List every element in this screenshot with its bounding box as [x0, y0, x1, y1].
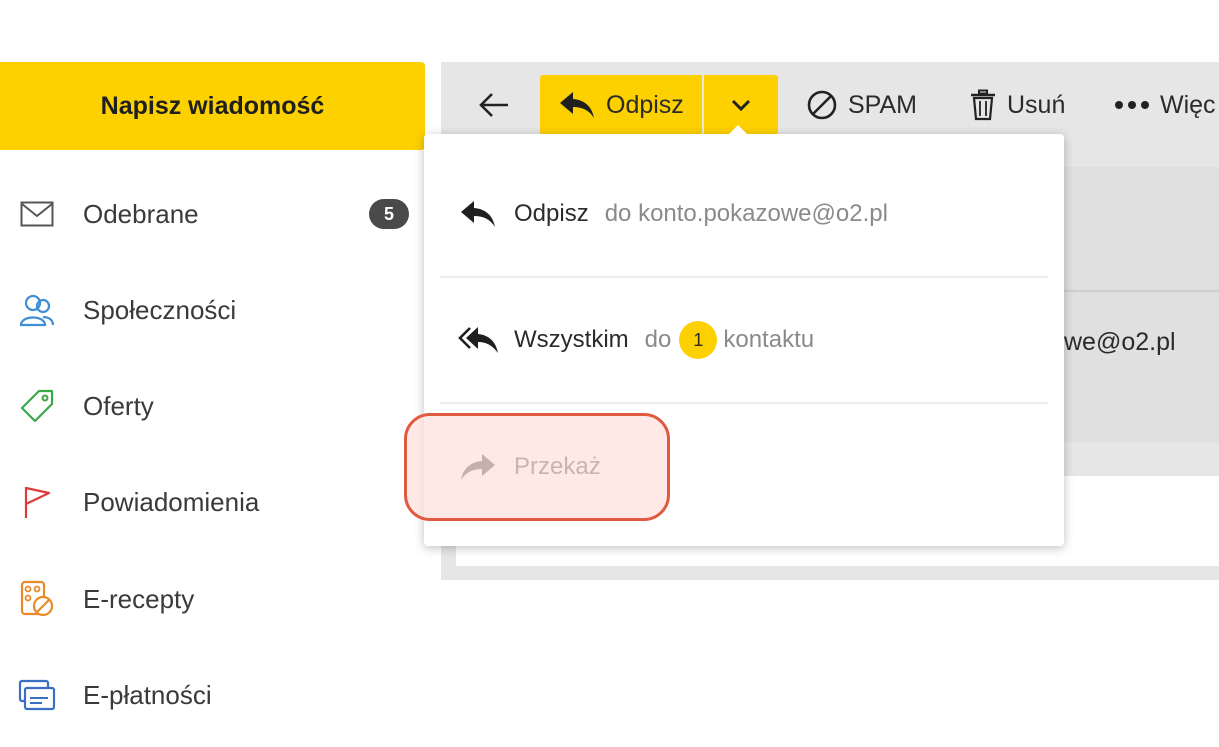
unread-count-badge: 5: [369, 199, 409, 229]
reply-icon: [558, 90, 596, 120]
menu-divider: [440, 276, 1048, 278]
sidebar-item-notifications[interactable]: Powiadomienia: [0, 472, 425, 532]
sidebar-item-label: E-płatności: [83, 679, 212, 710]
menu-item-label: Wszystkim: [514, 326, 629, 353]
sidebar-item-communities[interactable]: Społeczności: [0, 280, 425, 340]
block-icon: [806, 89, 838, 121]
envelope-icon: [18, 195, 56, 233]
reply-recipient: do konto.pokazowe@o2.pl: [604, 200, 888, 227]
reply-all-icon: [458, 325, 500, 355]
sidebar-item-prescriptions[interactable]: E-recepty: [0, 569, 425, 629]
delete-button[interactable]: Usuń: [969, 75, 1065, 135]
spam-button[interactable]: SPAM: [806, 75, 917, 135]
sidebar-item-label: E-recepty: [83, 583, 195, 614]
back-button[interactable]: [471, 75, 517, 135]
tag-icon: [18, 387, 56, 425]
sidebar-item-offers[interactable]: Oferty: [0, 376, 425, 436]
pills-icon: [18, 580, 56, 618]
users-icon: [18, 291, 56, 329]
sidebar-item-label: Społeczności: [83, 294, 237, 325]
menu-item-forward[interactable]: Przekaż: [424, 422, 1064, 512]
cards-icon: [18, 676, 56, 714]
compose-label: Napisz wiadomość: [100, 91, 325, 120]
menu-item-label: Odpisz: [514, 200, 589, 227]
reply-label: Odpisz: [606, 90, 684, 119]
sidebar-item-label: Powiadomienia: [83, 486, 260, 517]
contact-count-badge: 1: [679, 321, 718, 359]
menu-item-label: Przekaż: [514, 453, 601, 480]
more-dots-icon: [1114, 100, 1150, 110]
sidebar-item-label: Odebrane: [83, 198, 199, 229]
more-label: Więc: [1160, 90, 1216, 119]
menu-item-reply-all[interactable]: Wszystkim do 1 kontaktu: [424, 295, 1064, 385]
spam-label: SPAM: [848, 90, 917, 119]
dropdown-arrow: [728, 125, 748, 135]
reply-all-suffix: kontaktu: [723, 326, 815, 353]
reply-button[interactable]: Odpisz: [540, 75, 702, 135]
menu-divider: [440, 402, 1048, 404]
reply-all-prefix: do: [644, 326, 672, 353]
flag-icon: [18, 483, 56, 521]
chevron-down-icon: [730, 98, 752, 112]
trash-icon: [969, 89, 997, 121]
delete-label: Usuń: [1007, 90, 1066, 119]
more-button[interactable]: Więc: [1114, 75, 1216, 135]
sidebar-item-inbox[interactable]: Odebrane 5: [0, 184, 425, 244]
sidebar-item-payments[interactable]: E-płatności: [0, 665, 425, 725]
reply-icon: [458, 199, 498, 229]
sidebar-item-label: Oferty: [83, 390, 154, 421]
compose-button[interactable]: Napisz wiadomość: [0, 62, 425, 150]
menu-item-reply[interactable]: Odpisz do konto.pokazowe@o2.pl: [424, 169, 1064, 259]
message-sender-email: we@o2.pl: [1064, 328, 1176, 356]
forward-icon: [458, 452, 498, 482]
reply-options-menu: Odpisz do konto.pokazowe@o2.pl Wszystkim…: [424, 134, 1064, 546]
arrow-left-icon: [478, 91, 510, 119]
